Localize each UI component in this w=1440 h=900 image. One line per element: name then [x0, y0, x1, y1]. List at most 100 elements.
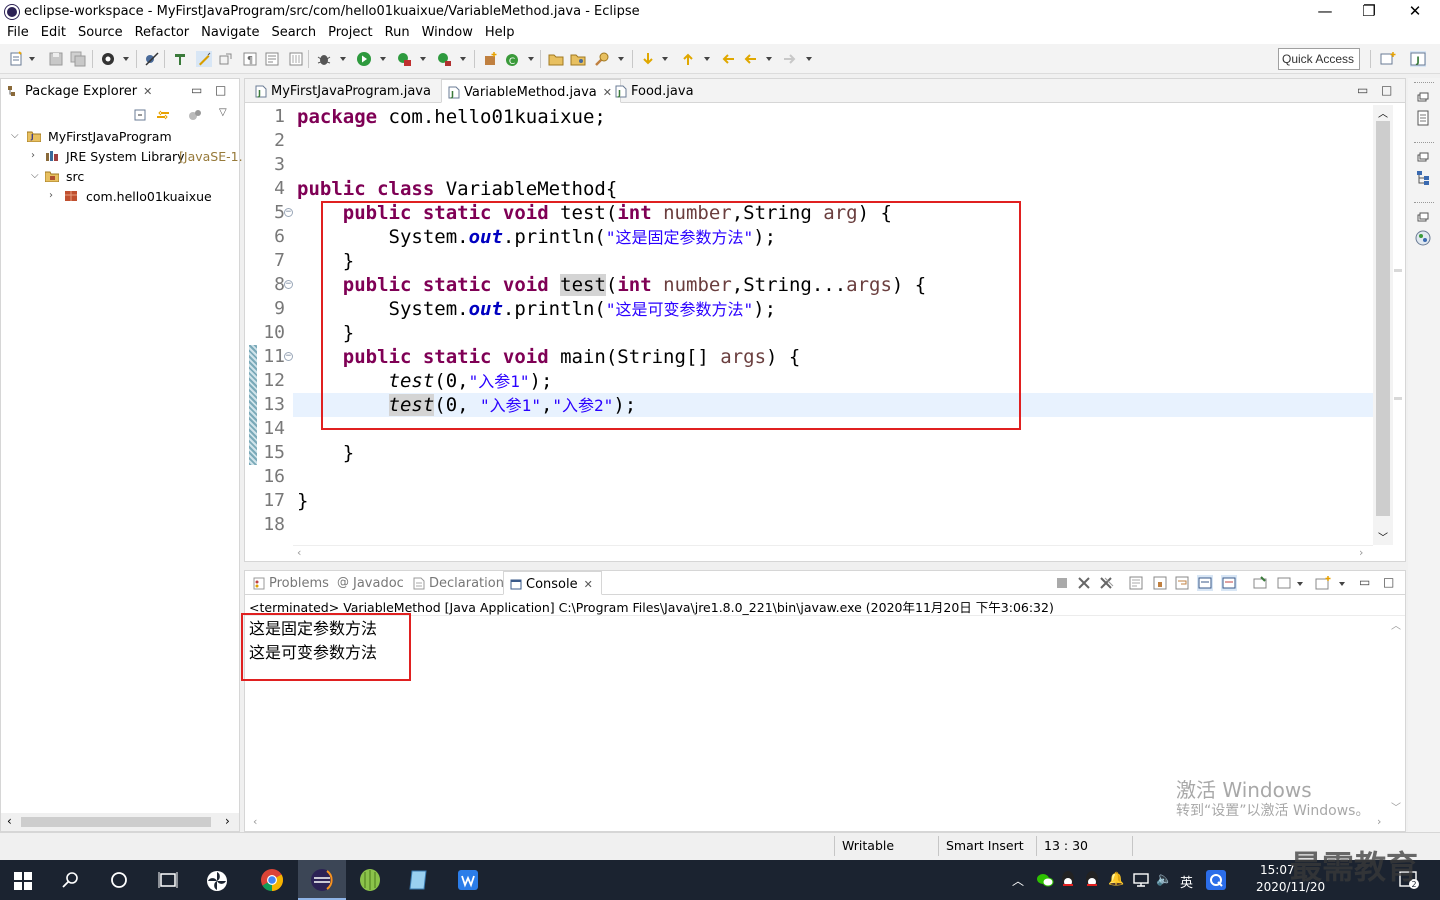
collapse-all-icon[interactable] — [133, 107, 149, 123]
tree-item-project[interactable]: ⌵ J MyFirstJavaProgram — [1, 128, 239, 148]
horizontal-scrollbar[interactable]: ‹ › — [1, 813, 239, 831]
pinwheel-app-icon[interactable] — [206, 870, 228, 892]
welcome-icon[interactable] — [1415, 230, 1431, 246]
scrollbar-thumb[interactable] — [21, 817, 211, 827]
close-tab-icon[interactable]: ✕ — [584, 578, 593, 591]
tab-food[interactable]: J Food.java — [609, 79, 702, 103]
show-hidden-icons-icon[interactable]: ︿ — [1012, 872, 1024, 889]
tab-problems[interactable]: Problems — [247, 571, 337, 595]
coverage-icon[interactable] — [396, 51, 412, 67]
qq-icon[interactable] — [1084, 870, 1100, 890]
previous-annotation-dropdown[interactable] — [704, 57, 710, 61]
new-java-package-icon[interactable] — [482, 51, 498, 67]
open-task-icon[interactable] — [570, 51, 586, 67]
fold-collapse-icon[interactable]: − — [284, 280, 293, 289]
run-dropdown[interactable] — [380, 57, 386, 61]
java-perspective-icon[interactable]: J — [1410, 51, 1426, 67]
menu-source[interactable]: Source — [72, 24, 129, 42]
notification-bell-icon[interactable]: 🔔 — [1108, 872, 1124, 887]
view-menu-icon[interactable]: ▽ — [219, 107, 227, 118]
pin-console-icon[interactable] — [1253, 576, 1267, 590]
tab-javadoc[interactable]: @ Javadoc — [331, 571, 412, 595]
notepad-app-icon[interactable] — [406, 868, 430, 892]
scroll-right-icon[interactable]: › — [1359, 546, 1363, 559]
cortana-icon[interactable] — [110, 871, 128, 889]
menu-edit[interactable]: Edit — [35, 24, 72, 42]
close-button[interactable]: ✕ — [1392, 0, 1438, 24]
forward-dropdown[interactable] — [806, 57, 812, 61]
menu-help[interactable]: Help — [479, 24, 521, 42]
scroll-down-icon[interactable]: ﹀ — [1391, 799, 1401, 814]
debug-run-dropdown[interactable] — [340, 57, 346, 61]
minimize-view-icon[interactable]: ▭ — [191, 83, 202, 97]
qq-icon[interactable] — [1060, 870, 1076, 890]
open-perspective-icon[interactable] — [1380, 51, 1396, 67]
outline-icon[interactable] — [1416, 170, 1432, 186]
scroll-left-icon[interactable]: ‹ — [253, 815, 257, 828]
maximize-console-icon[interactable]: □ — [1383, 575, 1394, 589]
next-annotation-dropdown[interactable] — [662, 57, 668, 61]
scroll-left-icon[interactable]: ‹ — [297, 546, 301, 559]
scroll-left-icon[interactable]: ‹ — [7, 814, 12, 828]
open-type-folder-icon[interactable] — [548, 51, 564, 67]
fold-collapse-icon[interactable]: − — [284, 208, 293, 217]
chevron-right-icon[interactable]: › — [31, 150, 35, 161]
minimize-console-icon[interactable]: ▭ — [1359, 575, 1370, 589]
task-list-icon[interactable] — [1416, 110, 1430, 126]
chevron-down-icon[interactable]: ⌵ — [31, 170, 39, 181]
toggle-mark-occurrences-icon[interactable] — [196, 51, 212, 67]
close-tab-icon[interactable]: ✕ — [143, 85, 152, 98]
tab-variablemethod[interactable]: J VariableMethod.java ✕ — [441, 79, 621, 103]
maximize-editor-icon[interactable]: □ — [1381, 83, 1392, 97]
show-on-stderr-icon[interactable] — [1221, 575, 1237, 591]
open-console-dropdown[interactable] — [1339, 582, 1345, 586]
save-icon[interactable] — [48, 51, 64, 67]
tab-declaration[interactable]: Declaration — [407, 571, 512, 595]
remove-all-terminated-icon[interactable] — [1099, 576, 1115, 590]
display-console-dropdown[interactable] — [1297, 582, 1303, 586]
scroll-up-icon[interactable]: ︿ — [1378, 105, 1388, 120]
windows-start-icon[interactable] — [14, 872, 32, 890]
back-icon[interactable] — [742, 51, 758, 67]
search-icon[interactable] — [594, 51, 610, 67]
tab-myfirstjavaprogram[interactable]: J MyFirstJavaProgram.java — [249, 79, 439, 103]
minimize-button[interactable]: — — [1302, 0, 1348, 24]
volume-icon[interactable]: 🔈 — [1156, 872, 1172, 887]
show-whitespace-icon[interactable]: ¶ — [242, 51, 258, 67]
network-icon[interactable] — [1132, 872, 1150, 888]
chevron-right-icon[interactable]: › — [49, 190, 53, 201]
status-cursor-position[interactable]: 13 : 30 — [1044, 838, 1088, 853]
maximize-view-icon[interactable]: □ — [215, 83, 226, 97]
restore-button[interactable]: ❐ — [1346, 0, 1392, 24]
tree-item-jre-library[interactable]: › JRE System Library [JavaSE-1. — [1, 148, 243, 168]
overview-marker[interactable] — [1394, 397, 1402, 400]
taskbar-eclipse[interactable] — [298, 860, 346, 900]
overview-marker[interactable] — [1394, 269, 1402, 272]
link-with-editor-icon[interactable] — [155, 107, 171, 123]
trim-grip[interactable] — [1414, 202, 1434, 203]
editor-toggle-icon[interactable] — [288, 51, 304, 67]
open-type-icon[interactable] — [172, 51, 188, 67]
restore-icon[interactable] — [1416, 210, 1430, 224]
restore-icon[interactable] — [1416, 90, 1430, 104]
block-selection-icon[interactable] — [218, 51, 234, 67]
menu-project[interactable]: Project — [322, 24, 378, 42]
word-wrap-icon[interactable] — [1175, 576, 1189, 590]
new-class-dropdown[interactable] — [528, 57, 534, 61]
save-all-icon[interactable] — [70, 51, 86, 67]
debug-perspective-icon[interactable] — [100, 51, 116, 67]
wechat-icon[interactable] — [1036, 872, 1054, 888]
status-insert-mode[interactable]: Smart Insert — [946, 838, 1024, 853]
editor-horizontal-scrollbar[interactable]: ‹ › — [293, 545, 1373, 561]
external-tools-dropdown[interactable] — [460, 57, 466, 61]
menu-navigate[interactable]: Navigate — [195, 24, 265, 42]
menu-refactor[interactable]: Refactor — [129, 24, 196, 42]
quick-access-input[interactable] — [1278, 48, 1360, 70]
editor-vertical-scrollbar[interactable]: ︿ ﹀ — [1373, 105, 1393, 545]
task-view-icon[interactable] — [158, 871, 178, 889]
open-console-icon[interactable] — [1315, 576, 1331, 590]
search-icon[interactable] — [62, 871, 80, 889]
tree-item-package[interactable]: › com.hello01kuaixue — [1, 188, 239, 208]
last-edit-location-icon[interactable] — [720, 51, 736, 67]
focus-on-task-icon[interactable] — [187, 107, 203, 123]
